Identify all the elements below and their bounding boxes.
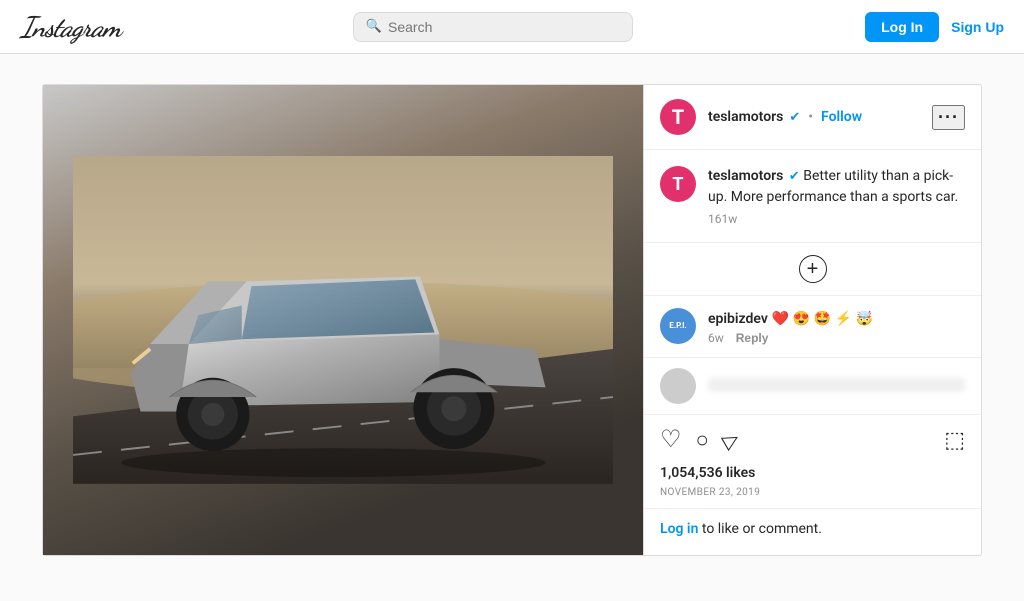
share-button[interactable]: ▷ — [718, 425, 744, 454]
header-actions: Log In Sign Up — [865, 12, 1004, 42]
login-prompt-link[interactable]: Log in — [660, 521, 698, 537]
post-header: T teslamotors ✔ • Follow ··· — [644, 85, 981, 150]
post-author-avatar[interactable]: T — [660, 99, 696, 135]
blurred-comment-text — [708, 378, 965, 392]
post-info-side: T teslamotors ✔ • Follow ··· T teslamoto… — [643, 85, 981, 555]
post-image — [43, 85, 643, 555]
caption-content: teslamotors ✔ Better utility than a pick… — [708, 166, 965, 226]
dot-separator: • — [808, 109, 813, 125]
comment-timestamp: 6w — [708, 331, 724, 345]
caption-username[interactable]: teslamotors — [708, 168, 783, 184]
login-prompt-text: to like or comment. — [702, 521, 822, 537]
caption-text: teslamotors ✔ Better utility than a pick… — [708, 166, 965, 208]
follow-button[interactable]: Follow — [821, 109, 862, 125]
signup-button[interactable]: Sign Up — [951, 19, 1004, 35]
reply-button[interactable]: Reply — [736, 331, 769, 345]
post-image-side — [43, 85, 643, 555]
comment-meta: 6w Reply — [708, 331, 965, 345]
header: Instagram 🔍 Log In Sign Up — [0, 0, 1024, 54]
search-icon: 🔍 — [366, 19, 382, 34]
like-button[interactable]: ♡ — [660, 425, 682, 454]
caption-verified-badge: ✔ — [789, 169, 800, 184]
post-container: T teslamotors ✔ • Follow ··· T teslamoto… — [42, 84, 982, 556]
load-more-button[interactable]: + — [799, 255, 827, 283]
likes-count: 1,054,536 likes — [660, 465, 755, 481]
post-author-username[interactable]: teslamotors — [708, 109, 783, 125]
comment-emojis: ❤️ 😍 🤩 ⚡ 🤯 — [772, 311, 873, 327]
more-options-button[interactable]: ··· — [932, 105, 965, 130]
comment-username[interactable]: epibizdev — [708, 311, 768, 327]
post-actions: ♡ ○ ▷ ⬚ — [644, 415, 981, 462]
verified-badge: ✔ — [789, 110, 800, 125]
blurred-comment-avatar — [660, 368, 696, 404]
bookmark-button[interactable]: ⬚ — [944, 427, 965, 453]
comment-avatar[interactable]: E.P.I. — [660, 308, 696, 344]
post-header-info: teslamotors ✔ • Follow — [708, 109, 920, 125]
post-likes: 1,054,536 likes — [644, 462, 981, 485]
load-more-area: + — [644, 243, 981, 296]
post-date: NOVEMBER 23, 2019 — [644, 485, 981, 508]
login-prompt: Log in to like or comment. — [644, 508, 981, 549]
comment-area: E.P.I. epibizdev ❤️ 😍 🤩 ⚡ 🤯 6w Reply — [644, 296, 981, 358]
search-bar[interactable]: 🔍 — [353, 12, 633, 42]
comment-button[interactable]: ○ — [696, 427, 709, 453]
post-caption-area: T teslamotors ✔ Better utility than a pi… — [644, 150, 981, 243]
comment-avatar-text: E.P.I. — [669, 321, 686, 331]
main-content: T teslamotors ✔ • Follow ··· T teslamoto… — [0, 54, 1024, 586]
caption-avatar[interactable]: T — [660, 166, 696, 202]
caption-avatar-letter: T — [672, 174, 683, 195]
caption-timestamp: 161w — [708, 212, 965, 226]
instagram-logo: Instagram — [20, 10, 121, 44]
avatar-letter: T — [672, 105, 684, 129]
blurred-comment — [644, 358, 981, 415]
search-input[interactable] — [388, 19, 620, 35]
cybertruck-image — [73, 156, 613, 484]
comment-content: epibizdev ❤️ 😍 🤩 ⚡ 🤯 6w Reply — [708, 308, 965, 345]
login-button[interactable]: Log In — [865, 12, 939, 42]
